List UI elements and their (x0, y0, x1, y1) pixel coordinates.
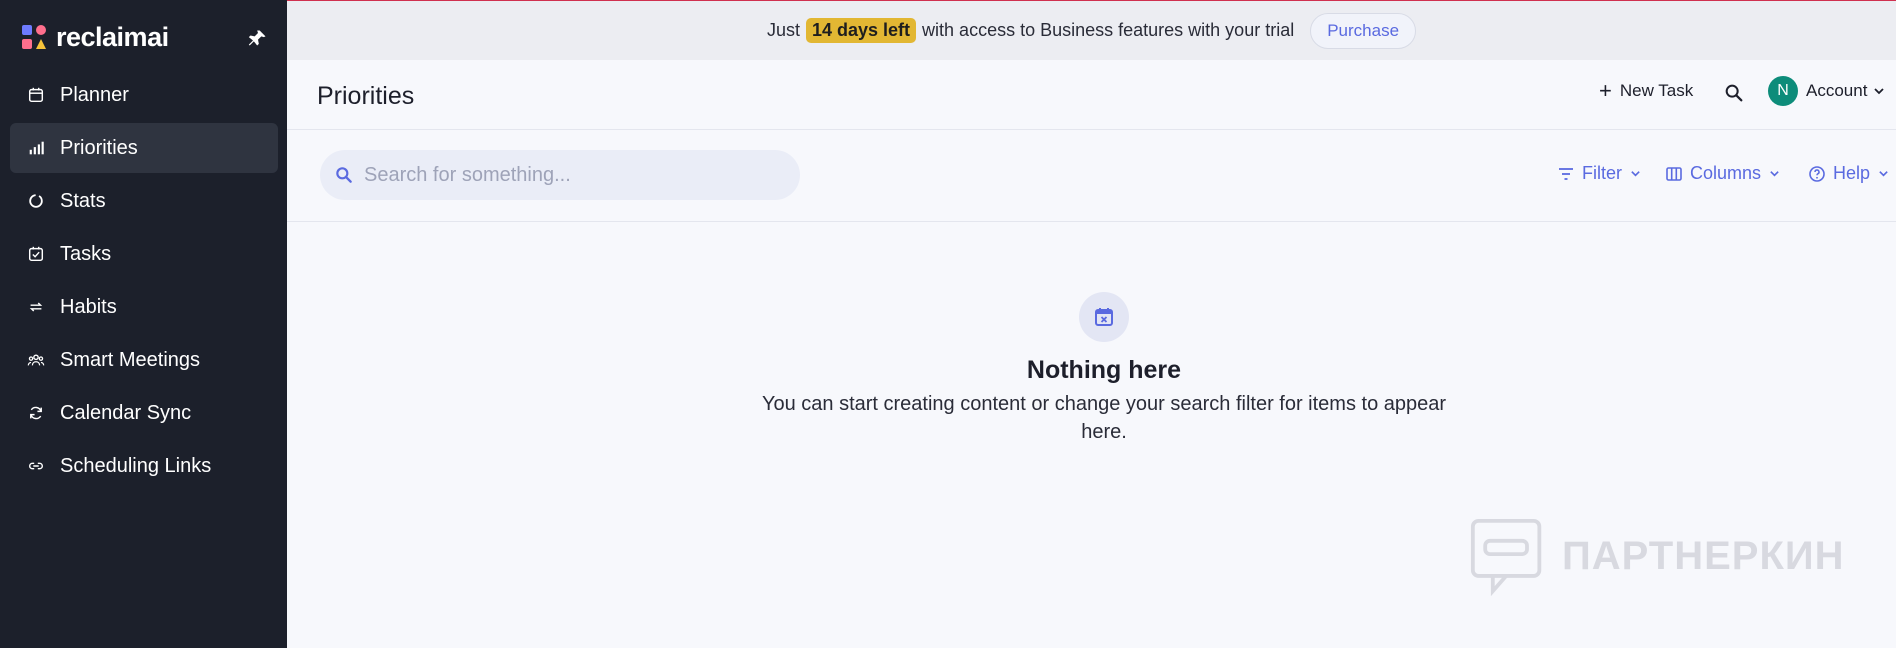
sidebar-item-tasks[interactable]: Tasks (10, 229, 278, 279)
columns-button[interactable]: Columns (1665, 163, 1780, 184)
page-title: Priorities (317, 82, 415, 110)
sidebar-item-label: Planner (60, 83, 129, 106)
help-label: Help (1833, 163, 1871, 183)
sidebar-item-habits[interactable]: Habits (10, 282, 278, 332)
chevron-down-icon (1631, 171, 1640, 177)
columns-label: Columns (1690, 163, 1762, 183)
help-icon (1809, 165, 1825, 182)
stats-ring-icon (26, 191, 46, 211)
sidebar-item-planner[interactable]: Planner (10, 70, 278, 120)
account-menu[interactable]: N Account (1768, 76, 1885, 106)
empty-state-title: Nothing here (1026, 356, 1182, 384)
toolbar: Filter Columns Help (287, 130, 1896, 222)
sidebar-item-label: Habits (60, 295, 117, 318)
days-left-badge: 14 days left (805, 18, 917, 43)
chevron-down-icon (1874, 88, 1885, 95)
sidebar-item-label: Stats (60, 189, 106, 212)
brand-name: reclaimai (56, 21, 169, 52)
calendar-x-icon (1079, 292, 1129, 342)
sidebar-item-smart-meetings[interactable]: Smart Meetings (10, 335, 278, 385)
sidebar-item-stats[interactable]: Stats (10, 176, 278, 226)
account-label: Account (1806, 81, 1868, 100)
sidebar-item-priorities[interactable]: Priorities (10, 123, 278, 173)
search-box[interactable] (320, 150, 800, 200)
people-icon (26, 350, 46, 370)
avatar: N (1768, 76, 1798, 106)
bar-chart-icon (26, 138, 46, 158)
watermark-logo-icon (1470, 518, 1542, 596)
search-icon (336, 167, 352, 183)
banner-suffix: with access to Business features with yo… (922, 20, 1295, 40)
chevron-down-icon (1879, 171, 1888, 177)
filter-label: Filter (1582, 163, 1622, 183)
sidebar-nav: Planner Priorities Stats Tasks Habits Sm… (10, 70, 278, 494)
new-task-button[interactable]: + New Task (1599, 80, 1693, 102)
reclaim-logo-icon (22, 25, 46, 49)
sidebar-item-label: Scheduling Links (60, 454, 212, 477)
brand-logo[interactable]: reclaimai (22, 22, 169, 52)
banner-prefix: Just (766, 20, 800, 40)
filter-button[interactable]: Filter (1557, 163, 1641, 184)
calendar-icon (26, 85, 46, 105)
trial-banner: Just 14 days left with access to Busines… (287, 0, 1896, 60)
page-header: Priorities + New Task N Account (287, 60, 1896, 130)
columns-icon (1666, 166, 1682, 181)
watermark-text: ПАРТНЕРКИН (1562, 533, 1845, 578)
new-task-label: New Task (1619, 81, 1694, 100)
link-icon (26, 456, 46, 476)
empty-state-text: You can start creating content or change… (761, 393, 1447, 443)
sidebar: reclaimai Planner Priorities Stats Tasks… (0, 0, 287, 648)
help-button[interactable]: Help (1808, 163, 1889, 184)
sidebar-item-label: Smart Meetings (60, 348, 201, 371)
search-icon[interactable] (1723, 82, 1747, 106)
watermark: ПАРТНЕРКИН (1470, 516, 1845, 596)
repeat-icon (26, 297, 46, 317)
sidebar-item-scheduling-links[interactable]: Scheduling Links (10, 441, 278, 491)
search-input[interactable] (364, 163, 784, 187)
chevron-down-icon (1770, 171, 1779, 177)
plus-icon: + (1599, 78, 1612, 103)
sidebar-item-label: Calendar Sync (60, 401, 192, 424)
filter-icon (1559, 167, 1573, 180)
sidebar-item-calendar-sync[interactable]: Calendar Sync (10, 388, 278, 438)
sidebar-item-label: Tasks (60, 242, 112, 265)
sidebar-item-label: Priorities (60, 136, 138, 159)
checkbox-icon (26, 244, 46, 264)
pin-icon[interactable] (248, 28, 268, 48)
sync-icon (26, 403, 46, 423)
purchase-button[interactable]: Purchase (1310, 12, 1417, 49)
